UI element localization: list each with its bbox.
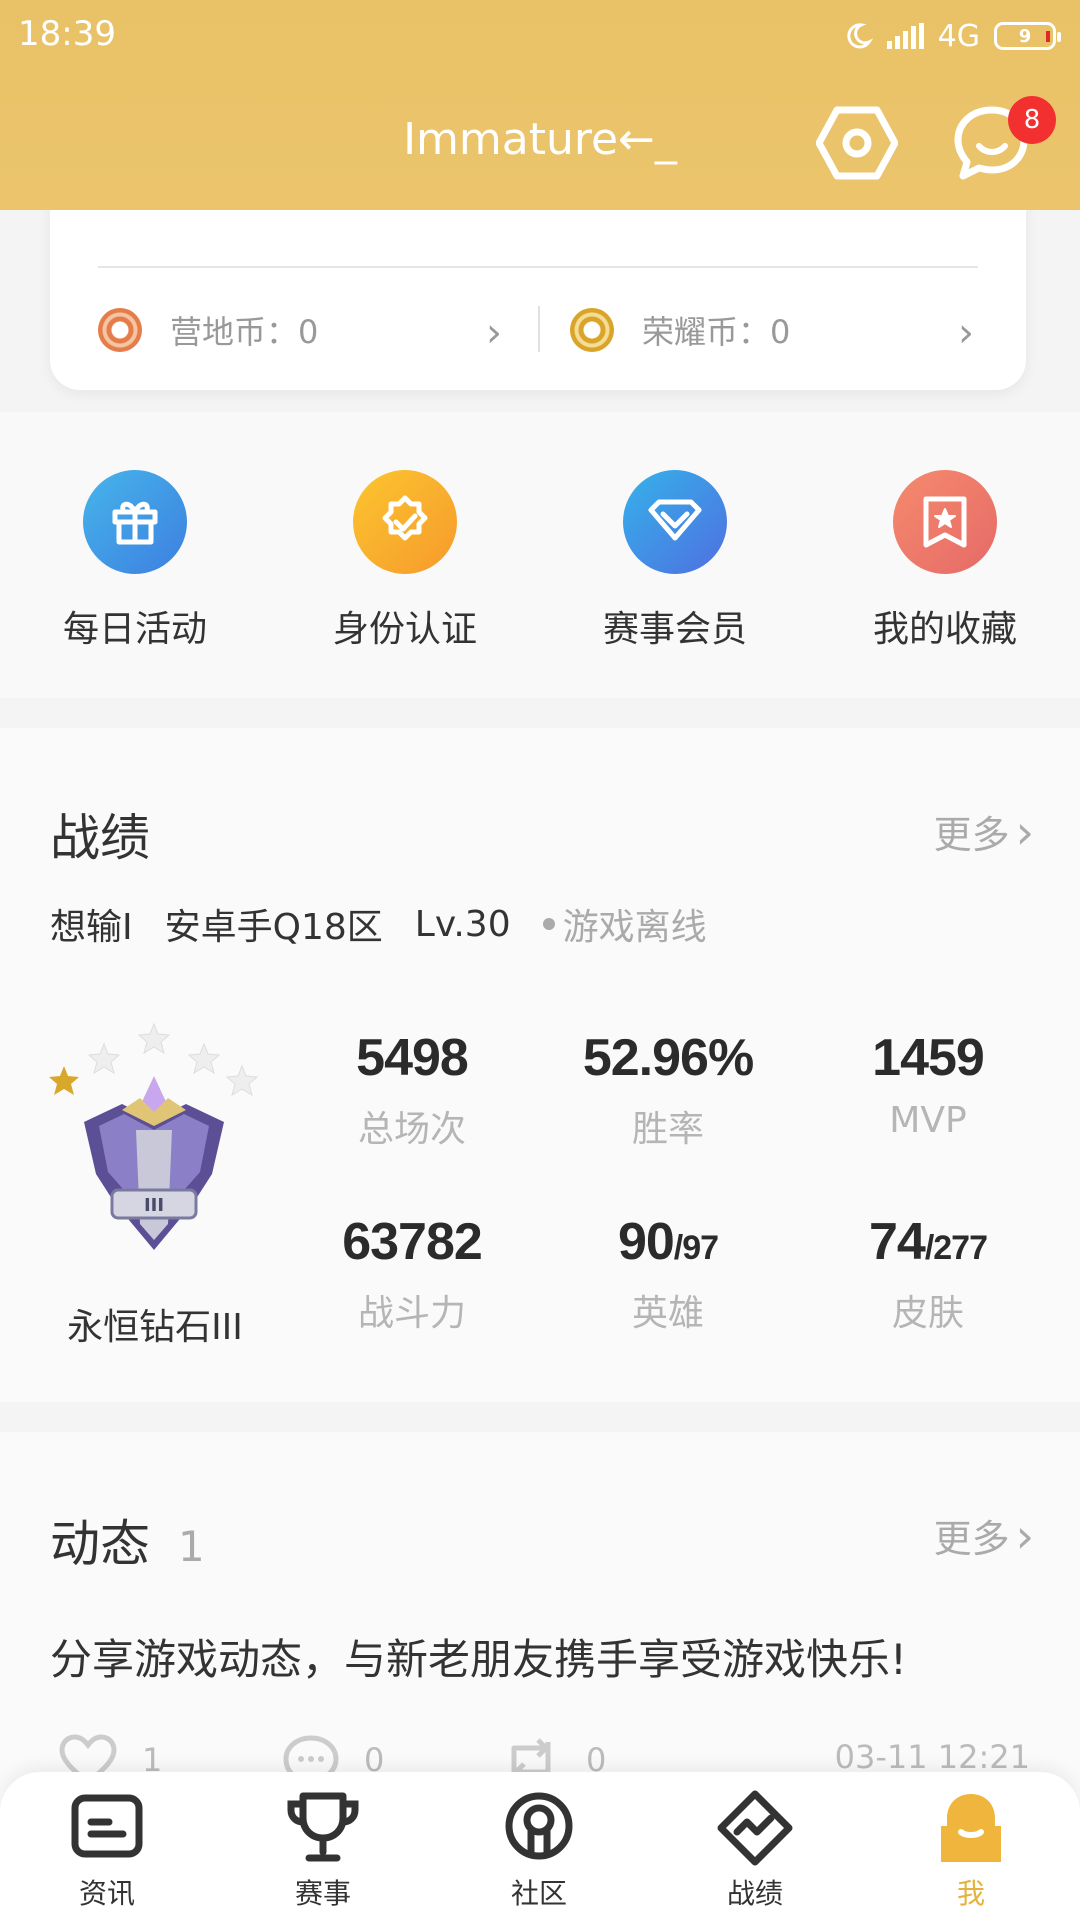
bookmark-star-icon xyxy=(893,470,997,574)
skins-total: /277 xyxy=(924,1229,988,1267)
dynamic-count: 1 xyxy=(178,1522,205,1571)
record-title: 战绩 xyxy=(50,809,150,867)
heroes-total: /97 xyxy=(673,1229,719,1267)
moon-icon xyxy=(847,23,873,49)
nav-label: 社区 xyxy=(510,1877,567,1910)
camp-coin-label: 营地币：0 xyxy=(170,313,319,351)
network-type: 4G xyxy=(937,18,980,54)
message-count-badge: 8 xyxy=(1008,96,1056,144)
nav-label: 我 xyxy=(956,1877,985,1910)
heroes-owned: 90 xyxy=(617,1213,675,1271)
stat-mvp: 1459 MVP xyxy=(798,1028,1058,1141)
chevron-right-icon: › xyxy=(1015,804,1034,859)
stat-value: 63782 xyxy=(342,1213,483,1271)
news-icon xyxy=(71,1794,143,1858)
rank-star-icon xyxy=(87,1042,121,1075)
app-header: 18:39 4G 9 Immature←_ 8 xyxy=(0,0,1080,210)
stat-label: 英雄 xyxy=(631,1293,704,1334)
stat-skins[interactable]: 74/277 皮肤 xyxy=(798,1212,1058,1336)
status-dot-icon xyxy=(542,918,555,930)
diamond-rank-icon: III xyxy=(84,1076,224,1250)
rank-star-icon xyxy=(187,1042,221,1075)
stat-value: 90/97 xyxy=(538,1212,798,1272)
identity-verify-entry[interactable]: 身份认证 xyxy=(270,470,540,652)
camp-coin-icon xyxy=(98,308,142,352)
rank-name: 永恒钻石III xyxy=(67,1307,243,1348)
nav-label: 战绩 xyxy=(726,1877,783,1910)
stat-combat-power: 63782 战斗力 xyxy=(282,1212,542,1336)
verify-badge-icon xyxy=(353,470,457,574)
stat-label: 战斗力 xyxy=(357,1293,466,1334)
dynamic-header: 动态 1 xyxy=(50,1504,205,1576)
honor-coin-icon xyxy=(570,308,614,352)
rank-star-icon xyxy=(49,1066,79,1095)
divider xyxy=(98,266,978,268)
svg-text:III: III xyxy=(144,1195,164,1216)
battery-level: 9 xyxy=(1018,25,1032,47)
nav-tab-me[interactable]: 我 xyxy=(881,1790,1061,1912)
settings-button[interactable] xyxy=(815,102,899,184)
online-status: 游戏离线 xyxy=(542,898,707,950)
chevron-right-icon: › xyxy=(486,310,502,356)
status-icons: 4G 9 xyxy=(843,14,1061,58)
rank-star-icon xyxy=(137,1022,171,1055)
nav-label: 赛事 xyxy=(294,1877,351,1910)
status-time: 18:39 xyxy=(18,14,116,54)
stat-label: 总场次 xyxy=(357,1109,466,1150)
quick-entry-label: 我的收藏 xyxy=(872,609,1017,650)
signal-icon xyxy=(886,23,924,49)
nav-label: 资讯 xyxy=(78,1877,135,1910)
rank-star-icon xyxy=(225,1064,259,1097)
daily-activity-entry[interactable]: 每日活动 xyxy=(0,470,270,652)
event-member-entry[interactable]: 赛事会员 xyxy=(540,470,810,652)
dynamic-post-text[interactable]: 分享游戏动态，与新老朋友携手享受游戏快乐! xyxy=(50,1626,907,1687)
stat-label: 皮肤 xyxy=(891,1293,964,1334)
nav-tab-community[interactable]: 社区 xyxy=(449,1790,629,1912)
stat-win-rate: 52.96% 胜率 xyxy=(538,1028,798,1152)
camp-coin-link[interactable]: 营地币：0 xyxy=(98,306,318,354)
honor-coin-label: 荣耀币：0 xyxy=(642,313,791,351)
stat-heroes[interactable]: 90/97 英雄 xyxy=(538,1212,798,1336)
chevron-right-icon: › xyxy=(958,310,974,356)
stat-label: 胜率 xyxy=(631,1109,704,1150)
profile-icon xyxy=(941,1794,1001,1862)
stat-total-matches: 5498 总场次 xyxy=(282,1028,542,1152)
stat-value: 1459 xyxy=(872,1029,985,1087)
player-server: 安卓手Q18区 xyxy=(164,907,383,948)
my-favorites-entry[interactable]: 我的收藏 xyxy=(810,470,1080,652)
quick-entry-label: 每日活动 xyxy=(62,609,207,650)
settings-hex-icon xyxy=(815,106,899,180)
community-icon xyxy=(505,1792,573,1860)
chart-icon xyxy=(717,1790,793,1866)
gift-icon xyxy=(83,470,187,574)
honor-coin-link[interactable]: 荣耀币：0 xyxy=(570,306,790,354)
stat-value: 52.96% xyxy=(582,1029,754,1087)
quick-entry-label: 身份认证 xyxy=(332,609,477,650)
dynamic-more-link[interactable]: 更多 › xyxy=(934,1508,1034,1563)
nav-tab-events[interactable]: 赛事 xyxy=(233,1790,413,1912)
quick-entry-label: 赛事会员 xyxy=(602,609,747,650)
battery-icon: 9 xyxy=(994,22,1061,50)
player-name: 想输I xyxy=(50,907,133,948)
rank-emblem[interactable]: III xyxy=(44,1014,264,1274)
online-status-text: 游戏离线 xyxy=(562,907,707,948)
page-title: Immature←_ xyxy=(403,114,677,165)
trophy-icon xyxy=(287,1792,359,1862)
dynamic-title: 动态 xyxy=(50,1515,150,1573)
player-info-line: 想输I 安卓手Q18区 Lv.30 游戏离线 xyxy=(50,898,707,950)
nav-tab-records[interactable]: 战绩 xyxy=(665,1790,845,1912)
record-more-link[interactable]: 更多 › xyxy=(934,804,1034,859)
diamond-icon xyxy=(623,470,727,574)
post-timestamp: 03-11 12:21 xyxy=(834,1738,1030,1776)
divider xyxy=(538,306,540,352)
stat-label: MVP xyxy=(889,1100,967,1141)
nav-tab-news[interactable]: 资讯 xyxy=(17,1790,197,1912)
player-level: Lv.30 xyxy=(414,903,511,945)
more-label: 更多 xyxy=(933,1517,1010,1561)
skins-owned: 74 xyxy=(868,1213,926,1271)
more-label: 更多 xyxy=(933,813,1010,857)
chevron-right-icon: › xyxy=(1015,1508,1034,1563)
stat-value: 74/277 xyxy=(798,1212,1058,1272)
stat-value: 5498 xyxy=(356,1029,469,1087)
